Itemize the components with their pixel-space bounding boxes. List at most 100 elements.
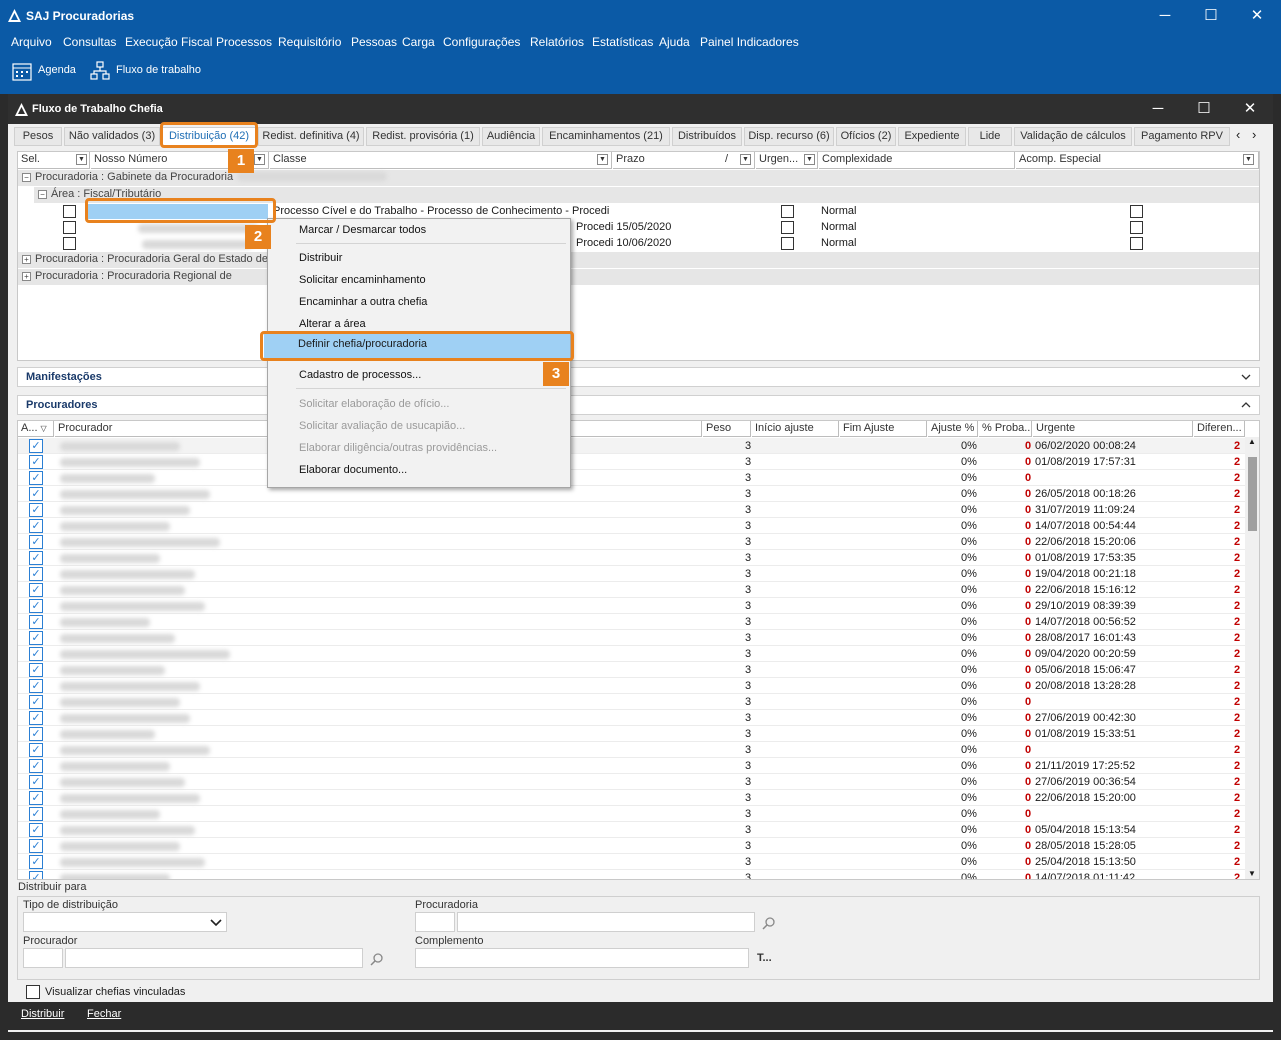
menu-ajuda[interactable]: Ajuda [659, 35, 690, 49]
col-peso[interactable]: Peso [703, 421, 751, 437]
chevron-down-icon[interactable] [1241, 373, 1251, 381]
tab-expediente[interactable]: Expediente [898, 127, 966, 146]
maximize-button[interactable]: ☐ [1188, 0, 1234, 32]
minimize-button[interactable]: ─ [1142, 0, 1188, 32]
table-row[interactable]: ✓ 3 0% 0 01/08/2019 17:57:31 2 [18, 454, 1245, 470]
table-row[interactable]: ✓ 3 0% 0 29/10/2019 08:39:39 2 [18, 598, 1245, 614]
table-row[interactable]: ✓ 3 0% 0 05/06/2018 15:06:47 2 [18, 662, 1245, 678]
tab-disp-recurso[interactable]: Disp. recurso (6) [744, 127, 834, 146]
menu-painel-indicadores[interactable]: Painel Indicadores [700, 35, 799, 49]
close-button[interactable]: ✕ [1234, 0, 1280, 32]
complemento-field[interactable] [415, 948, 749, 968]
menu-item-distribuir[interactable]: Distribuir [299, 248, 342, 268]
checkmark-icon[interactable]: ✓ [29, 695, 43, 709]
table-row[interactable]: ✓ 3 0% 0 09/04/2020 00:20:59 2 [18, 646, 1245, 662]
complemento-t-button[interactable]: T... [757, 952, 772, 964]
menu-execucao-fiscal[interactable]: Execução Fiscal [125, 35, 212, 49]
table-row[interactable]: ✓ 3 0% 0 05/04/2018 15:13:54 2 [18, 822, 1245, 838]
menu-requisitorio[interactable]: Requisitório [278, 35, 341, 49]
menu-item-elaborar-documento[interactable]: Elaborar documento... [299, 460, 407, 480]
table-row[interactable]: ✓ 3 0% 0 01/08/2019 17:53:35 2 [18, 550, 1245, 566]
table-row[interactable]: ✓ 3 0% 0 28/08/2017 16:01:43 2 [18, 630, 1245, 646]
expand-icon[interactable]: + [22, 271, 31, 281]
row-checkbox[interactable] [63, 237, 76, 250]
tab-lide[interactable]: Lide [968, 127, 1012, 146]
col-complexidade[interactable]: Complexidade [819, 152, 1015, 169]
checkmark-icon[interactable]: ✓ [29, 663, 43, 677]
menu-relatorios[interactable]: Relatórios [530, 35, 584, 49]
col-inicio-ajuste[interactable]: Início ajuste [752, 421, 839, 437]
manifestacoes-section[interactable]: Manifestações [17, 367, 1260, 387]
checkmark-icon[interactable]: ✓ [29, 455, 43, 469]
table-row[interactable]: Procedi 10/06/2020 Normal [50, 236, 1259, 252]
tab-audiencia[interactable]: Audiência [482, 127, 540, 146]
table-row[interactable]: ✓ 3 0% 0 14/07/2018 01:11:42 2 [18, 870, 1245, 879]
checkmark-icon[interactable]: ✓ [29, 519, 43, 533]
col-diferenca[interactable]: Diferen... [1194, 421, 1245, 437]
table-row[interactable]: ✓ 3 0% 0 28/05/2018 15:28:05 2 [18, 838, 1245, 854]
distribuir-button[interactable]: Distribuir [21, 1008, 64, 1020]
table-row[interactable]: ✓ 3 0% 0 14/07/2018 00:54:44 2 [18, 518, 1245, 534]
table-row[interactable]: ✓ 3 0% 0 26/05/2018 00:18:26 2 [18, 486, 1245, 502]
table-row[interactable]: ✓ 3 0% 0 22/06/2018 15:16:12 2 [18, 582, 1245, 598]
checkmark-icon[interactable]: ✓ [29, 679, 43, 693]
collapse-icon[interactable]: − [38, 189, 47, 199]
procuradoria-name-field[interactable] [457, 912, 755, 932]
checkmark-icon[interactable]: ✓ [29, 743, 43, 757]
checkmark-icon[interactable]: ✓ [29, 631, 43, 645]
child-minimize-button[interactable]: ─ [1135, 94, 1181, 124]
fechar-button[interactable]: Fechar [87, 1008, 121, 1020]
tab-pesos[interactable]: Pesos [14, 127, 62, 146]
tab-redist-definitiva[interactable]: Redist. definitiva (4) [258, 127, 364, 146]
table-row[interactable]: ✓ 3 0% 0 27/06/2019 00:36:54 2 [18, 774, 1245, 790]
menu-item-marcar-desmarcar[interactable]: Marcar / Desmarcar todos [299, 220, 426, 240]
checkmark-icon[interactable]: ✓ [29, 487, 43, 501]
tab-nao-validados[interactable]: Não validados (3) [64, 127, 160, 146]
tab-prev-icon[interactable]: ‹ [1236, 127, 1240, 142]
col-ajuste-pct[interactable]: Ajuste % [928, 421, 978, 437]
menu-item-cadastro-processos[interactable]: Cadastro de processos... [299, 365, 421, 385]
table-row[interactable]: ✓ 3 0% 0 2 [18, 694, 1245, 710]
table-row[interactable]: ✓ 3 0% 0 2 [18, 742, 1245, 758]
chevron-down-icon[interactable] [210, 919, 222, 927]
col-a[interactable]: A... ▽ [18, 421, 54, 437]
menu-pessoas[interactable]: Pessoas [351, 35, 397, 49]
procuradoria-code-field[interactable] [415, 912, 455, 932]
table-row[interactable]: ✓ 3 0% 0 21/11/2019 17:25:52 2 [18, 758, 1245, 774]
scroll-down-icon[interactable]: ▼ [1248, 869, 1256, 878]
table-row[interactable]: ✓ 3 0% 0 27/06/2019 00:42:30 2 [18, 710, 1245, 726]
tipo-distribuicao-select[interactable] [23, 912, 227, 932]
acomp-checkbox[interactable] [1130, 221, 1143, 234]
table-row[interactable]: ✓ 3 0% 0 22/06/2018 15:20:06 2 [18, 534, 1245, 550]
col-urgente[interactable]: Urgen... ▼ [756, 152, 818, 169]
col-fim-ajuste[interactable]: Fim Ajuste [840, 421, 927, 437]
expand-icon[interactable]: + [22, 254, 31, 264]
menu-processos[interactable]: Processos [216, 35, 272, 49]
checkmark-icon[interactable]: ✓ [29, 439, 43, 453]
table-row[interactable]: ✓ 3 0% 0 2 [18, 470, 1245, 486]
row-checkbox[interactable] [63, 205, 76, 218]
tab-encaminhamentos[interactable]: Encaminhamentos (21) [542, 127, 670, 146]
checkmark-icon[interactable]: ✓ [29, 647, 43, 661]
table-row[interactable]: ✓ 3 0% 0 31/07/2019 11:09:24 2 [18, 502, 1245, 518]
col-sel[interactable]: Sel. ▼ [18, 152, 90, 169]
tab-pagamento-rpv[interactable]: Pagamento RPV [1134, 127, 1230, 146]
checkmark-icon[interactable]: ✓ [29, 855, 43, 869]
menu-carga[interactable]: Carga [402, 35, 435, 49]
checkmark-icon[interactable]: ✓ [29, 823, 43, 837]
checkmark-icon[interactable]: ✓ [29, 535, 43, 549]
menu-configuracoes[interactable]: Configurações [443, 35, 520, 49]
procurador-code-field[interactable] [23, 948, 63, 968]
col-urgente[interactable]: Urgente [1033, 421, 1193, 437]
agenda-button[interactable]: Agenda [38, 64, 76, 76]
tab-redist-provisoria[interactable]: Redist. provisória (1) [366, 127, 480, 146]
checkmark-icon[interactable]: ✓ [29, 807, 43, 821]
table-row[interactable]: ✓ 3 0% 0 25/04/2018 15:13:50 2 [18, 854, 1245, 870]
scrollbar-thumb[interactable] [1248, 457, 1257, 531]
chevron-down-icon[interactable]: ▼ [76, 154, 87, 165]
visualizar-chefias-checkbox[interactable] [26, 985, 40, 999]
checkmark-icon[interactable]: ✓ [29, 471, 43, 485]
table-row[interactable]: ✓ 3 0% 0 2 [18, 806, 1245, 822]
group-row[interactable]: + Procuradoria : Procuradoria Regional de [18, 269, 1259, 285]
checkmark-icon[interactable]: ✓ [29, 759, 43, 773]
